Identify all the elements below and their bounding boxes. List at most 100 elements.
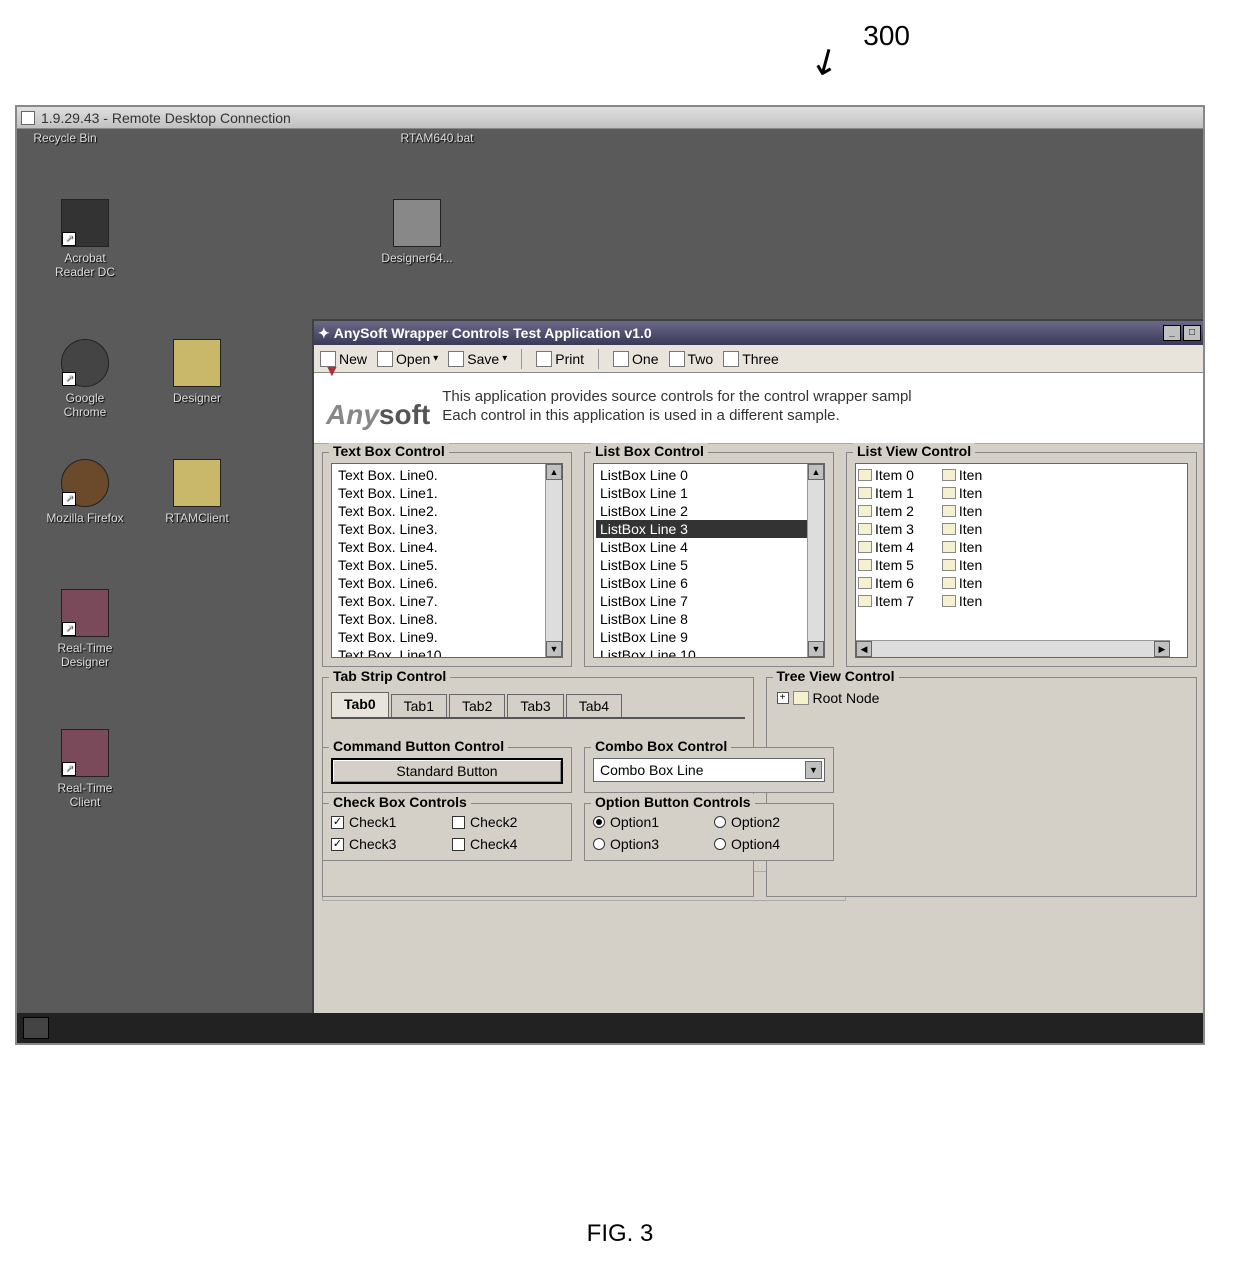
listview-item[interactable]: Item 1 xyxy=(858,484,914,502)
optbtn-legend: Option Button Controls xyxy=(591,794,755,810)
scroll-right-icon[interactable]: ▶ xyxy=(1154,641,1170,657)
listview-item[interactable]: Iten xyxy=(942,574,982,592)
desktop-icon-chrome[interactable]: ↗ Google Chrome xyxy=(45,339,125,419)
tab-tab0[interactable]: Tab0 xyxy=(331,692,389,717)
one-icon xyxy=(613,351,629,367)
listbox-item[interactable]: ListBox Line 1 xyxy=(596,484,822,502)
app-titlebar[interactable]: ✦ AnySoft Wrapper Controls Test Applicat… xyxy=(314,321,1205,345)
scroll-up-icon[interactable]: ▲ xyxy=(546,464,562,480)
remote-desktop[interactable]: Recycle Bin RTAM640.bat ↗ Acrobat Reader… xyxy=(17,129,1203,1043)
tree-expand-icon[interactable]: + xyxy=(777,692,789,704)
standard-button[interactable]: Standard Button xyxy=(331,758,563,784)
listview-item[interactable]: Item 4 xyxy=(858,538,914,556)
listview-label: Iten xyxy=(959,557,982,573)
combo-box[interactable]: Combo Box Line ▼ xyxy=(593,758,825,782)
listview-item[interactable]: Item 7 xyxy=(858,592,914,610)
option3[interactable]: Option3 xyxy=(593,836,704,852)
desktop-icon-firefox[interactable]: ↗ Mozilla Firefox xyxy=(45,459,125,525)
listbox-item[interactable]: ListBox Line 4 xyxy=(596,538,822,556)
recycle-label: Recycle Bin xyxy=(33,131,96,145)
check4-label: Check4 xyxy=(470,836,517,852)
file-icon xyxy=(942,487,956,499)
check3[interactable]: ✓Check3 xyxy=(331,836,442,852)
listview-item[interactable]: Item 2 xyxy=(858,502,914,520)
listbox-item[interactable]: ListBox Line 2 xyxy=(596,502,822,520)
scroll-up-icon[interactable]: ▲ xyxy=(808,464,824,480)
listbox-item[interactable]: ListBox Line 5 xyxy=(596,556,822,574)
listbox-item[interactable]: ListBox Line 6 xyxy=(596,574,822,592)
file-icon xyxy=(942,595,956,607)
listview-label: Item 1 xyxy=(875,485,914,501)
tabstrip-legend: Tab Strip Control xyxy=(329,668,450,684)
listbox-item[interactable]: ListBox Line 8 xyxy=(596,610,822,628)
one-button[interactable]: One xyxy=(613,351,658,367)
file-icon xyxy=(942,541,956,553)
scroll-down-icon[interactable]: ▼ xyxy=(808,641,824,657)
desktop-icon-rtamclient[interactable]: RTAMClient xyxy=(157,459,237,525)
listbox-control[interactable]: ListBox Line 0ListBox Line 1ListBox Line… xyxy=(593,463,825,658)
save-dropdown-icon[interactable]: ▾ xyxy=(502,353,507,364)
two-button[interactable]: Two xyxy=(669,351,714,367)
check2[interactable]: Check2 xyxy=(452,814,563,830)
minimize-button[interactable]: _ xyxy=(1163,325,1181,341)
check4[interactable]: Check4 xyxy=(452,836,563,852)
tab-tab2[interactable]: Tab2 xyxy=(449,694,505,717)
listview-item[interactable]: Item 0 xyxy=(858,466,914,484)
open-dropdown-icon[interactable]: ▾ xyxy=(433,353,438,364)
tab-tab1[interactable]: Tab1 xyxy=(391,694,447,717)
print-button[interactable]: Print xyxy=(536,351,584,367)
listview-item[interactable]: Iten xyxy=(942,538,982,556)
tree-root-node[interactable]: + Root Node xyxy=(775,688,1189,708)
combo-dropdown-icon[interactable]: ▼ xyxy=(805,761,822,779)
scroll-left-icon[interactable]: ◀ xyxy=(856,641,872,657)
maximize-button[interactable]: □ xyxy=(1183,325,1201,341)
desktop-icon-rtam-bat[interactable]: RTAM640.bat xyxy=(397,131,477,145)
tab-tab3[interactable]: Tab3 xyxy=(507,694,563,717)
listbox-item[interactable]: ListBox Line 10 xyxy=(596,646,822,658)
listbox-item[interactable]: ListBox Line 0 xyxy=(596,466,822,484)
textbox-control[interactable]: Text Box. Line0.Text Box. Line1.Text Box… xyxy=(331,463,563,658)
open-button[interactable]: Open▾ xyxy=(377,351,438,367)
listview-item[interactable]: Iten xyxy=(942,502,982,520)
check1[interactable]: ✓Check1 xyxy=(331,814,442,830)
listbox-item[interactable]: ListBox Line 9 xyxy=(596,628,822,646)
desktop-icon-acrobat[interactable]: ↗ Acrobat Reader DC xyxy=(45,199,125,279)
listview-item[interactable]: Iten xyxy=(942,466,982,484)
listview-label: Item 4 xyxy=(875,539,914,555)
combo-value: Combo Box Line xyxy=(600,762,704,778)
listview-item[interactable]: Item 5 xyxy=(858,556,914,574)
file-icon xyxy=(942,577,956,589)
taskbar[interactable] xyxy=(17,1013,1203,1043)
tab-tab4[interactable]: Tab4 xyxy=(566,694,622,717)
chrome-label: Google Chrome xyxy=(64,391,107,419)
save-button[interactable]: Save▾ xyxy=(448,351,507,367)
textbox-scrollbar[interactable]: ▲▼ xyxy=(545,464,562,657)
desktop-icon-recycle-bin[interactable]: Recycle Bin xyxy=(25,131,105,145)
listview-control[interactable]: Item 0Item 1Item 2Item 3Item 4Item 5Item… xyxy=(855,463,1188,658)
listbox-scrollbar[interactable]: ▲▼ xyxy=(807,464,824,657)
scroll-down-icon[interactable]: ▼ xyxy=(546,641,562,657)
start-button-icon[interactable] xyxy=(23,1017,49,1039)
option4-label: Option4 xyxy=(731,836,780,852)
listbox-item[interactable]: ListBox Line 7 xyxy=(596,592,822,610)
listview-item[interactable]: Item 3 xyxy=(858,520,914,538)
desktop-icon-designer64[interactable]: Designer64... xyxy=(377,199,457,265)
option1[interactable]: Option1 xyxy=(593,814,704,830)
textbox-line: Text Box. Line6. xyxy=(334,574,560,592)
desc-line-2: Each control in this application is used… xyxy=(442,406,911,426)
desktop-icon-rtclient[interactable]: ↗ Real-Time Client xyxy=(45,729,125,809)
desktop-icon-designer[interactable]: Designer xyxy=(157,339,237,405)
listview-item[interactable]: Iten xyxy=(942,520,982,538)
listview-item[interactable]: Iten xyxy=(942,556,982,574)
listview-item[interactable]: Iten xyxy=(942,484,982,502)
option4[interactable]: Option4 xyxy=(714,836,825,852)
rdc-titlebar[interactable]: 1.9.29.43 - Remote Desktop Connection xyxy=(17,107,1203,129)
option2[interactable]: Option2 xyxy=(714,814,825,830)
listview-h-scrollbar[interactable]: ◀▶ xyxy=(856,640,1170,657)
listview-item[interactable]: Iten xyxy=(942,592,982,610)
desktop-icon-rtdesigner[interactable]: ↗ Real-Time Designer xyxy=(45,589,125,669)
listbox-item[interactable]: ListBox Line 3 xyxy=(596,520,822,538)
listview-item[interactable]: Item 6 xyxy=(858,574,914,592)
cmdbtn-legend: Command Button Control xyxy=(329,738,508,754)
three-button[interactable]: Three xyxy=(723,351,779,367)
